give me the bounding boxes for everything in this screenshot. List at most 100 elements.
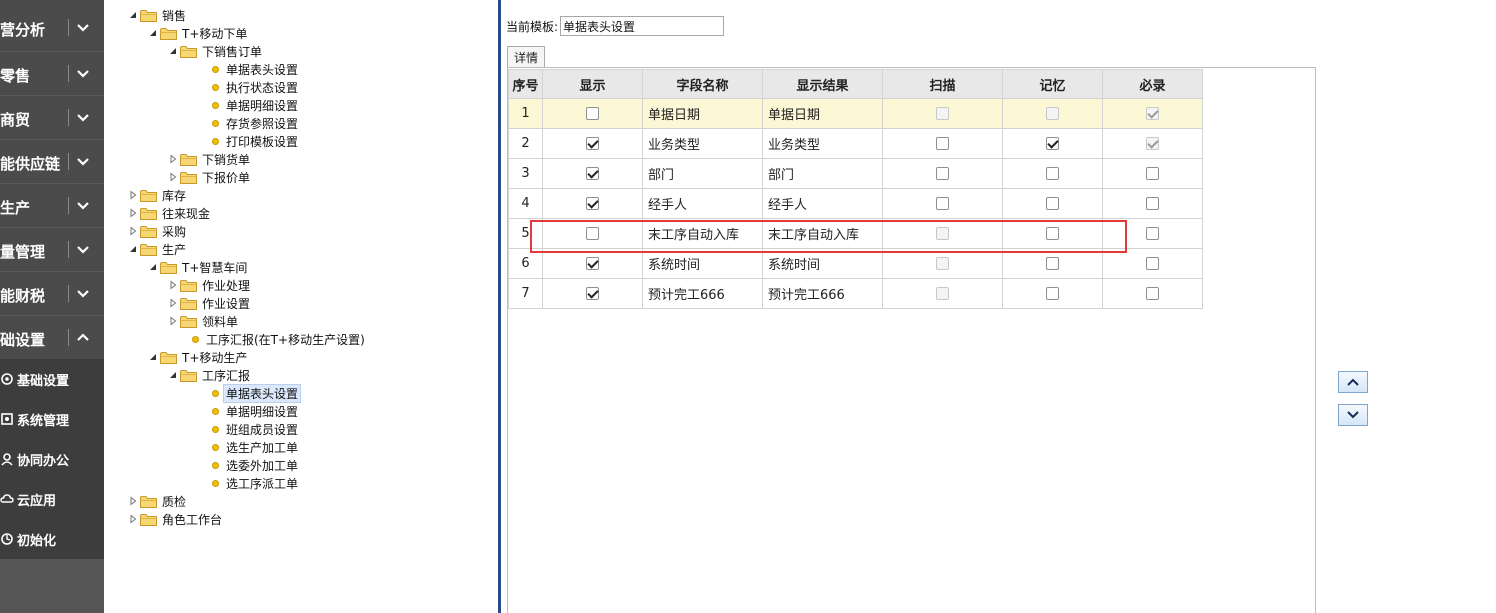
collapsed-triangle-icon[interactable]	[128, 226, 138, 236]
tree-leaf-node[interactable]: 单据明细设置	[212, 96, 300, 114]
chevron-up-icon[interactable]	[76, 329, 90, 345]
column-header[interactable]: 字段名称	[642, 69, 763, 99]
display-result-cell[interactable]: 单据日期	[762, 98, 883, 129]
tree-folder-node[interactable]: 下销货单	[168, 150, 252, 168]
collapsed-triangle-icon[interactable]	[168, 316, 178, 326]
column-header[interactable]: 必录	[1102, 69, 1203, 99]
tree-leaf-node[interactable]: 选生产加工单	[212, 438, 300, 456]
tree-node-label[interactable]: 采购	[160, 223, 188, 240]
tree-leaf-node[interactable]: 班组成员设置	[212, 420, 300, 438]
show-checkbox[interactable]	[586, 167, 599, 180]
tree-folder-node[interactable]: 作业处理	[168, 276, 252, 294]
tree-node-label[interactable]: 作业设置	[200, 295, 252, 312]
scan-checkbox[interactable]	[936, 137, 949, 150]
collapsed-triangle-icon[interactable]	[168, 280, 178, 290]
chevron-down-icon[interactable]	[76, 65, 90, 81]
expanded-triangle-icon[interactable]	[168, 46, 178, 56]
subnav-item[interactable]: 基础设置	[0, 359, 104, 399]
nav-item[interactable]: 零售	[0, 52, 104, 96]
collapsed-triangle-icon[interactable]	[128, 496, 138, 506]
show-checkbox[interactable]	[586, 257, 599, 270]
tree-leaf-node[interactable]: 打印模板设置	[212, 132, 300, 150]
tree-folder-node[interactable]: 生产	[128, 240, 188, 258]
memory-checkbox[interactable]	[1046, 137, 1059, 150]
memory-checkbox[interactable]	[1046, 167, 1059, 180]
tree-node-label[interactable]: T+智慧车间	[180, 259, 249, 276]
chevron-down-icon[interactable]	[76, 109, 90, 125]
tree-node-label[interactable]: 领料单	[200, 313, 240, 330]
display-result-cell[interactable]: 末工序自动入库	[762, 218, 883, 249]
tree-node-label[interactable]: 下销货单	[200, 151, 252, 168]
chevron-down-icon[interactable]	[76, 197, 90, 213]
table-row[interactable]: 3 部门 部门	[508, 158, 1203, 189]
memory-checkbox[interactable]	[1046, 257, 1059, 270]
show-checkbox[interactable]	[586, 227, 599, 240]
tree-node-label[interactable]: 班组成员设置	[224, 421, 300, 438]
display-result-cell[interactable]: 预计完工666	[762, 278, 883, 309]
tree-leaf-node[interactable]: 工序汇报(在T+移动生产设置)	[192, 330, 367, 348]
tree-node-label[interactable]: 角色工作台	[160, 511, 224, 528]
tree-node-label[interactable]: 工序汇报(在T+移动生产设置)	[204, 331, 367, 348]
tree-node-label[interactable]: 选生产加工单	[224, 439, 300, 456]
tree-node-label[interactable]: 单据明细设置	[224, 403, 300, 420]
tree-node-label[interactable]: 单据表头设置	[222, 383, 302, 403]
collapsed-triangle-icon[interactable]	[128, 190, 138, 200]
tree-node-label[interactable]: T+移动下单	[180, 25, 249, 42]
nav-item[interactable]: 量管理	[0, 228, 104, 272]
expanded-triangle-icon[interactable]	[128, 244, 138, 254]
tree-leaf-node[interactable]: 存货参照设置	[212, 114, 300, 132]
required-checkbox[interactable]	[1146, 287, 1159, 300]
subnav-item[interactable]: 云应用	[0, 479, 104, 519]
tree-node-label[interactable]: 往来现金	[160, 205, 212, 222]
tree-node-label[interactable]: 下报价单	[200, 169, 252, 186]
chevron-down-icon[interactable]	[76, 19, 90, 35]
tree-folder-node[interactable]: 销售	[128, 6, 188, 24]
tree-node-label[interactable]: 执行状态设置	[224, 79, 300, 96]
expanded-triangle-icon[interactable]	[148, 262, 158, 272]
tree-folder-node[interactable]: 质检	[128, 492, 188, 510]
display-result-cell[interactable]: 业务类型	[762, 128, 883, 159]
tree-folder-node[interactable]: 下报价单	[168, 168, 252, 186]
required-checkbox[interactable]	[1146, 257, 1159, 270]
nav-item[interactable]: 商贸	[0, 96, 104, 140]
subnav-item[interactable]: 初始化	[0, 519, 104, 559]
tree-folder-node[interactable]: 工序汇报	[168, 366, 252, 384]
expanded-triangle-icon[interactable]	[128, 10, 138, 20]
tree-folder-node[interactable]: 采购	[128, 222, 188, 240]
tree-node-label[interactable]: 质检	[160, 493, 188, 510]
scan-checkbox[interactable]	[936, 197, 949, 210]
nav-item[interactable]: 能财税	[0, 272, 104, 316]
tree-leaf-node[interactable]: 单据明细设置	[212, 402, 300, 420]
tree-node-label[interactable]: 作业处理	[200, 277, 252, 294]
tree-node-label[interactable]: T+移动生产	[180, 349, 249, 366]
collapsed-triangle-icon[interactable]	[128, 514, 138, 524]
memory-checkbox[interactable]	[1046, 227, 1059, 240]
tree-node-label[interactable]: 销售	[160, 7, 188, 24]
tree-folder-node[interactable]: 库存	[128, 186, 188, 204]
show-checkbox[interactable]	[586, 197, 599, 210]
show-checkbox[interactable]	[586, 287, 599, 300]
tree-node-label[interactable]: 存货参照设置	[224, 115, 300, 132]
table-row[interactable]: 4 经手人 经手人	[508, 188, 1203, 219]
table-row[interactable]: 2 业务类型 业务类型	[508, 128, 1203, 159]
tree-leaf-node[interactable]: 执行状态设置	[212, 78, 300, 96]
memory-checkbox[interactable]	[1046, 287, 1059, 300]
chevron-down-icon[interactable]	[76, 241, 90, 257]
nav-item[interactable]: 础设置	[0, 316, 104, 360]
show-checkbox[interactable]	[586, 107, 599, 120]
required-checkbox[interactable]	[1146, 167, 1159, 180]
tree-folder-node[interactable]: T+智慧车间	[148, 258, 249, 276]
tree-node-label[interactable]: 单据表头设置	[224, 61, 300, 78]
subnav-item[interactable]: 协同办公	[0, 439, 104, 479]
tree-folder-node[interactable]: 往来现金	[128, 204, 212, 222]
display-result-cell[interactable]: 经手人	[762, 188, 883, 219]
display-result-cell[interactable]: 系统时间	[762, 248, 883, 279]
nav-item[interactable]: 生产	[0, 184, 104, 228]
tree-node-label[interactable]: 库存	[160, 187, 188, 204]
tree-node-label[interactable]: 工序汇报	[200, 367, 252, 384]
tree-node-label[interactable]: 单据明细设置	[224, 97, 300, 114]
collapsed-triangle-icon[interactable]	[168, 154, 178, 164]
tree-leaf-node[interactable]: 选委外加工单	[212, 456, 300, 474]
tree-folder-node[interactable]: 下销售订单	[168, 42, 264, 60]
required-checkbox[interactable]	[1146, 227, 1159, 240]
